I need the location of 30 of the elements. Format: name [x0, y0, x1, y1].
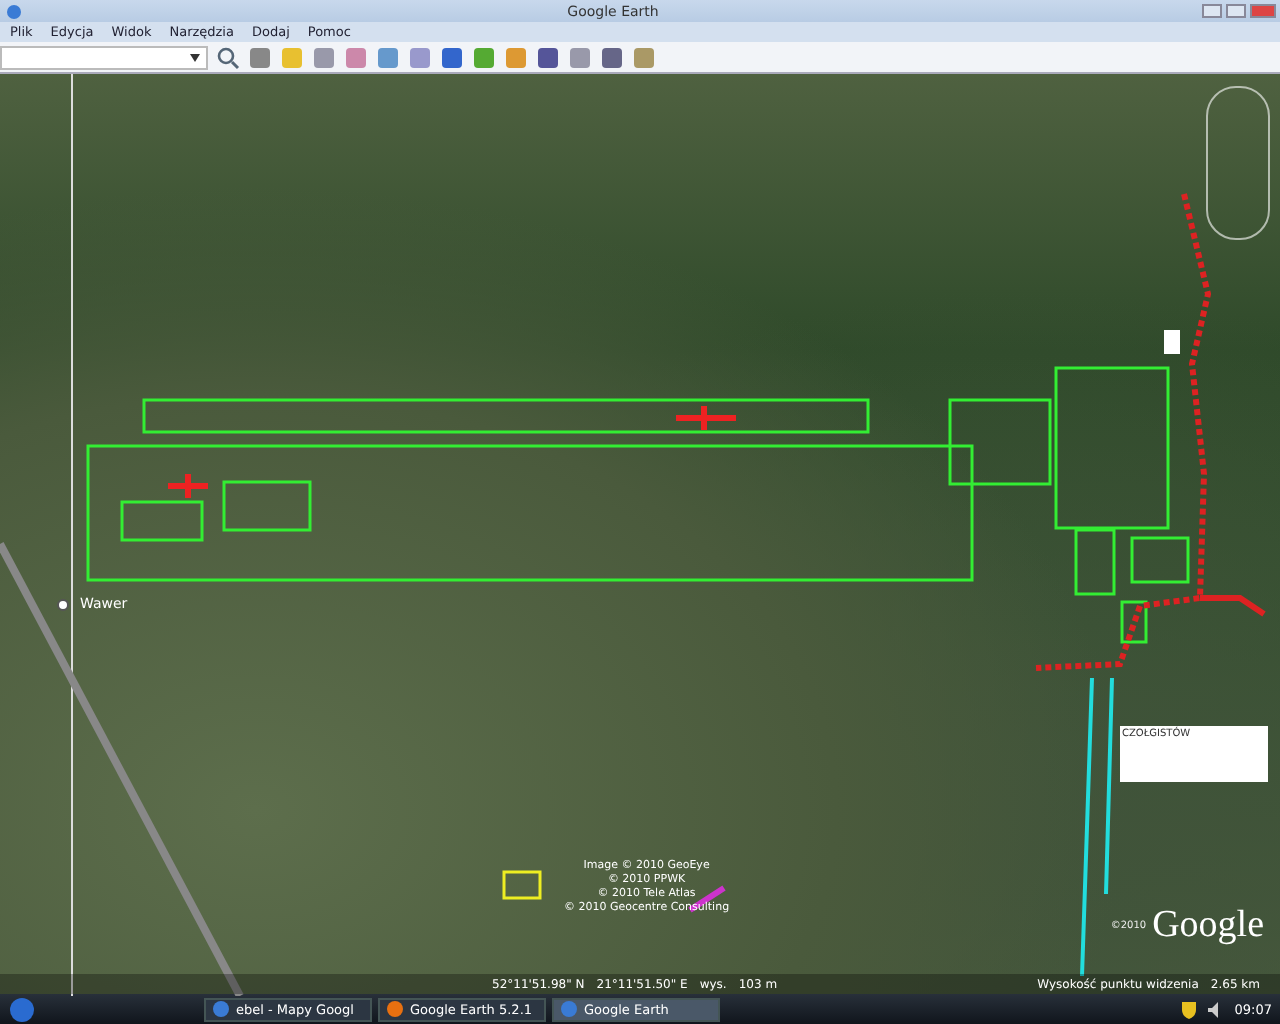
- maximize-button[interactable]: [1226, 4, 1246, 18]
- pin-icon: [1164, 330, 1180, 354]
- toolbar-icon[interactable]: [568, 45, 592, 69]
- search-icon[interactable]: [216, 45, 240, 69]
- toolbar-icon[interactable]: [440, 45, 464, 69]
- app-icon: [212, 1000, 230, 1018]
- toolbar-icon[interactable]: [472, 45, 496, 69]
- logo-text: Google: [1152, 904, 1264, 948]
- outline-rectangle: [1130, 536, 1190, 584]
- toolbar-icon[interactable]: [632, 45, 656, 69]
- app-icon: [386, 1000, 404, 1018]
- app-icon: [560, 1000, 578, 1018]
- marker-icon: [673, 403, 739, 433]
- outline-rectangle: [502, 870, 542, 900]
- navigation-controls[interactable]: [1206, 86, 1270, 240]
- dropdown-caret-icon[interactable]: [190, 53, 200, 61]
- place-dot-icon: [56, 597, 70, 611]
- toolbar-icon[interactable]: [600, 45, 624, 69]
- shield-icon[interactable]: [1180, 999, 1199, 1019]
- toolbar-icon[interactable]: [536, 45, 560, 69]
- minimize-button[interactable]: [1202, 4, 1222, 18]
- marker-icon: [165, 471, 211, 501]
- start-orb-icon[interactable]: [8, 995, 36, 1023]
- toolbar-icon[interactable]: [376, 45, 400, 69]
- toolbar-icon[interactable]: [248, 45, 272, 69]
- outline-rectangle: [1120, 600, 1148, 644]
- search-field[interactable]: [0, 45, 208, 69]
- toolbar-icon[interactable]: [312, 45, 336, 69]
- toolbar-icon[interactable]: [344, 45, 368, 69]
- globe-icon: [4, 3, 24, 19]
